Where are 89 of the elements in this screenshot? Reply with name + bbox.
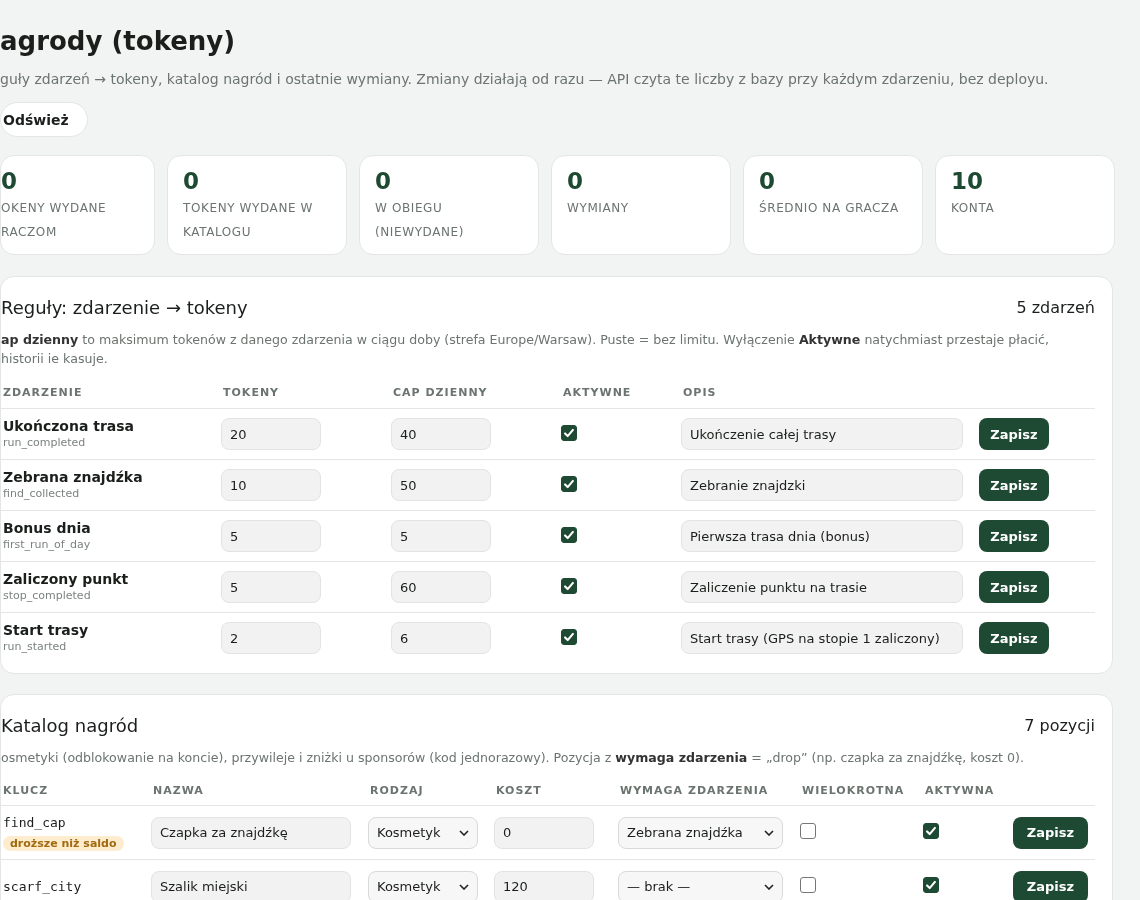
event-key: first_run_of_day	[3, 537, 221, 553]
input-field[interactable]: Start trasy (GPS na stopie 1 zaliczony)	[681, 622, 963, 654]
checkbox[interactable]	[923, 877, 939, 893]
input-field[interactable]: 5	[221, 571, 321, 603]
input-field[interactable]: 60	[391, 571, 491, 603]
input-field[interactable]: 6	[391, 622, 491, 654]
input-field[interactable]: Zaliczenie punktu na trasie	[681, 571, 963, 603]
checkbox[interactable]	[923, 823, 939, 839]
input-field[interactable]: 0	[494, 816, 594, 849]
input-field[interactable]: Pierwsza trasa dnia (bonus)	[681, 520, 963, 552]
save-button[interactable]: Zapisz	[979, 418, 1049, 450]
chevron-down-icon	[764, 883, 774, 890]
stat-value: 0	[759, 167, 776, 196]
checkbox[interactable]	[800, 876, 816, 893]
checkbox[interactable]	[561, 424, 577, 441]
reward-key: find_cap	[3, 814, 151, 832]
section-count: 5 zdarzeń	[1016, 297, 1095, 317]
section-note: osmetyki (odblokowanie na koncie), przywileje i zniżki u sponsorów (kod jednorazowy). Pozycja z wymaga zdarzenia = „drop” (np. czapka za znajdźkę, koszt 0).	[1, 749, 1025, 767]
save-button[interactable]: Zapisz	[1013, 816, 1088, 849]
column-header: WYMAGA ZDARZENIA	[619, 783, 770, 797]
save-button[interactable]: Zapisz	[979, 469, 1049, 501]
input-field[interactable]: 5	[391, 520, 491, 552]
input-field[interactable]: 5	[221, 520, 321, 552]
column-header: OPIS	[682, 385, 718, 399]
stat-label: TOKENY WYDANE W KATALOGU	[183, 200, 315, 241]
select-dropdown[interactable]: Kosmetyk	[368, 816, 478, 849]
stat-value: 10	[951, 167, 984, 196]
chevron-down-icon	[459, 883, 469, 890]
chevron-down-icon	[459, 829, 469, 836]
warning-badge: droższe niż saldo	[3, 836, 124, 851]
checkbox[interactable]	[561, 628, 577, 645]
column-header: CAP DZIENNY	[392, 385, 489, 399]
stat-label: WYMIANY	[567, 200, 630, 217]
stat-value: 0	[183, 167, 200, 196]
input-field[interactable]: Zebranie znajdzki	[681, 469, 963, 501]
section-note: ap dzienny to maksimum tokenów z danego zdarzenia w ciągu doby (strefa Europe/Warsaw). Puste = bez limitu. Wyłączenie Aktywne natychmiast przestaje płacić, historii ie kasuje.	[1, 331, 1050, 368]
stat-value: 0	[567, 167, 584, 196]
page-title: agrody (tokeny)	[0, 25, 237, 58]
checkbox[interactable]	[561, 526, 577, 543]
save-button[interactable]: Zapisz	[979, 622, 1049, 654]
event-name: Bonus dnia	[3, 519, 92, 537]
save-button[interactable]: Zapisz	[979, 571, 1049, 603]
column-header: KLUCZ	[2, 783, 50, 797]
section-title: Katalog nagród	[1, 714, 139, 736]
input-field[interactable]: 10	[221, 469, 321, 501]
stat-label: W OBIEGU (NIEWYDANE)	[375, 200, 466, 241]
event-key: find_collected	[3, 486, 221, 502]
event-key: run_started	[3, 639, 221, 655]
event-name: Start trasy	[3, 621, 90, 639]
event-name: Zebrana znajdźka	[3, 468, 144, 486]
event-key: run_completed	[3, 435, 221, 451]
event-name: Zaliczony punkt	[3, 570, 130, 588]
chevron-down-icon	[764, 829, 774, 836]
save-button[interactable]: Zapisz	[1013, 870, 1088, 900]
input-field[interactable]: 20	[221, 418, 321, 450]
page-subtitle: guły zdarzeń → tokeny, katalog nagród i ostatnie wymiany. Zmiany działają od razu — API czyta te liczby z bazy przy każdym zdarzeniu, bez deployu.	[0, 70, 1050, 88]
input-field[interactable]: 40	[391, 418, 491, 450]
input-field[interactable]: Szalik miejski	[151, 870, 351, 900]
column-header: AKTYWNA	[924, 783, 996, 797]
stat-label: OKENY WYDANE RACZOM	[1, 200, 108, 241]
checkbox[interactable]	[800, 822, 816, 839]
select-dropdown[interactable]: Kosmetyk	[368, 870, 478, 900]
stat-label: KONTA	[951, 200, 996, 217]
input-field[interactable]: 50	[391, 469, 491, 501]
event-name: Ukończona trasa	[3, 417, 136, 435]
input-field[interactable]: 2	[221, 622, 321, 654]
select-dropdown[interactable]: — brak —	[618, 870, 783, 900]
column-header: KOSZT	[495, 783, 543, 797]
column-header: RODZAJ	[369, 783, 425, 797]
column-header: AKTYWNE	[562, 385, 633, 399]
input-field[interactable]: Czapka za znajdźkę	[151, 816, 351, 849]
stat-value: 0	[1, 167, 18, 196]
save-button[interactable]: Zapisz	[979, 520, 1049, 552]
event-key: stop_completed	[3, 588, 221, 604]
column-header: WIELOKROTNA	[801, 783, 906, 797]
refresh-button[interactable]: Odśwież	[0, 102, 88, 137]
select-dropdown[interactable]: Zebrana znajdźka	[618, 816, 783, 849]
stat-label: ŚREDNIO NA GRACZA	[759, 199, 900, 217]
input-field[interactable]: Ukończenie całej trasy	[681, 418, 963, 450]
section-title: Reguły: zdarzenie → tokeny	[1, 296, 248, 318]
column-header: TOKENY	[222, 385, 281, 399]
section-count: 7 pozycji	[1024, 715, 1095, 735]
input-field[interactable]: 120	[494, 870, 594, 900]
checkbox[interactable]	[561, 475, 577, 492]
column-header: NAZWA	[152, 783, 205, 797]
checkbox[interactable]	[561, 577, 577, 594]
column-header: ZDARZENIE	[2, 385, 84, 399]
stat-value: 0	[375, 167, 392, 196]
reward-key: scarf_city	[3, 877, 151, 896]
